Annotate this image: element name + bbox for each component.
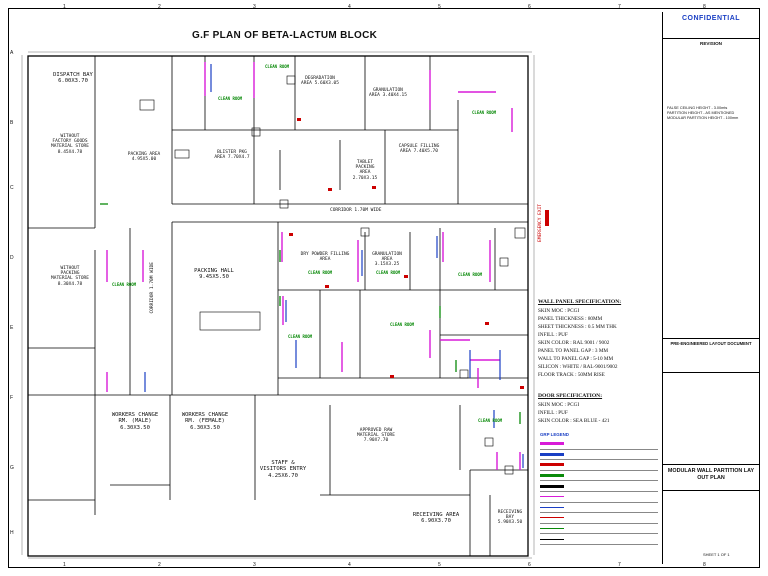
legend: GRP LEGEND bbox=[540, 432, 658, 545]
document-label: PRE-ENGINEERED LAYOUT DOCUMENT bbox=[663, 338, 759, 355]
room-packing-area: PACKING AREA 4.95x5.00 bbox=[127, 152, 161, 163]
legend-row bbox=[540, 471, 658, 482]
room-receiving-area: RECEIVING AREA 6.90x3.70 bbox=[412, 512, 460, 525]
room-blister-pkg: BLISTER PKG AREA 7.70x4.7 bbox=[214, 150, 250, 161]
room-dry-powder-filling: DRY POWDER FILLING AREA bbox=[300, 252, 350, 263]
room-degradation: DEGRADATION AREA 5.60x3.05 bbox=[301, 76, 339, 87]
wall-panel-spec: WALL PANEL SPECIFICATION: SKIN MOC : PCG… bbox=[538, 299, 622, 379]
clean-room-tag: CLEAN ROOM bbox=[390, 322, 415, 327]
room-packing-hall: PACKING HALL 9.45x5.50 bbox=[194, 268, 234, 281]
title-block-fields bbox=[663, 372, 759, 463]
room-tablet-packing: TABLET PACKING AREA 2.70x3.15 bbox=[352, 160, 378, 181]
clean-room-tag: CLEAN ROOM bbox=[288, 334, 313, 339]
legend-row bbox=[540, 481, 658, 492]
corridor-label-vertical: CORRIDOR 1.70M WIDE bbox=[150, 262, 155, 314]
emergency-exit-label: EMERGENCY EXIT bbox=[538, 204, 543, 242]
legend-row bbox=[540, 524, 658, 535]
legend-row bbox=[540, 439, 658, 450]
clean-room-tag: CLEAN ROOM bbox=[308, 270, 333, 275]
legend-row bbox=[540, 503, 658, 514]
clean-room-tag: CLEAN ROOM bbox=[218, 96, 243, 101]
clean-room-tag: CLEAN ROOM bbox=[472, 110, 497, 115]
title-block: CONFIDENTIAL REVISION FALSE CEILING HEIG… bbox=[662, 12, 759, 564]
room-capsule-filling: CAPSULE FILLING AREA 7.40x5.70 bbox=[398, 144, 440, 155]
clean-room-tag: CLEAN ROOM bbox=[458, 272, 483, 277]
drawing-title: MODULAR WALL PARTITION LAY OUT PLAN bbox=[667, 468, 755, 482]
room-pm-store: WITHOUT PACKING MATERIAL STORE 8.30x4.78 bbox=[51, 266, 89, 287]
room-granulation-1: GRANULATION AREA 3.40x4.15 bbox=[369, 88, 407, 99]
room-approved-rm-store: APPROVED RAW MATERIAL STORE 7.90x7.70 bbox=[357, 428, 395, 444]
clean-room-tag: CLEAN ROOM bbox=[376, 270, 401, 275]
general-notes: FALSE CEILING HEIGHT - 3.00mts PARTITION… bbox=[667, 106, 739, 120]
revision-table: REVISION bbox=[663, 38, 759, 99]
legend-row bbox=[540, 460, 658, 471]
room-workers-change-male: WORKERS CHANGE RM. (MALE) 6.30x3.50 bbox=[111, 412, 159, 431]
clean-room-tag: CLEAN ROOM bbox=[265, 64, 290, 69]
corridor-label-horizontal: CORRIDOR 1.70M WIDE bbox=[330, 208, 382, 213]
legend-row bbox=[540, 492, 658, 503]
legend-row bbox=[540, 513, 658, 524]
sheet-number: SHEET 1 OF 1 bbox=[703, 552, 730, 557]
room-workers-change-female: WORKERS CHANGE RM. (FEMALE) 6.30x3.50 bbox=[181, 412, 229, 431]
room-granulation-2: GRANULATION AREA 3.15x3.25 bbox=[372, 252, 402, 268]
clean-room-tag: CLEAN ROOM bbox=[112, 282, 137, 287]
approval-table bbox=[663, 490, 759, 551]
room-fg-store: WITHOUT FACTORY GOODS MATERIAL STORE 8.4… bbox=[51, 134, 89, 155]
confidential-label: CONFIDENTIAL bbox=[681, 15, 741, 22]
room-dispatch-bay: DISPATCH BAY 6.00x3.70 bbox=[53, 72, 93, 85]
door-spec: DOOR SPECIFICATION: SKIN MOC : PCGI INFI… bbox=[538, 393, 610, 424]
room-staff-visitors-entry: STAFF & VISITORS ENTRY 4.25x6.70 bbox=[259, 460, 307, 479]
clean-room-tag: CLEAN ROOM bbox=[478, 418, 503, 423]
room-receiving-bay: RECEIVING BAY 5.90x3.50 bbox=[497, 510, 523, 526]
legend-row bbox=[540, 534, 658, 545]
legend-row bbox=[540, 450, 658, 461]
